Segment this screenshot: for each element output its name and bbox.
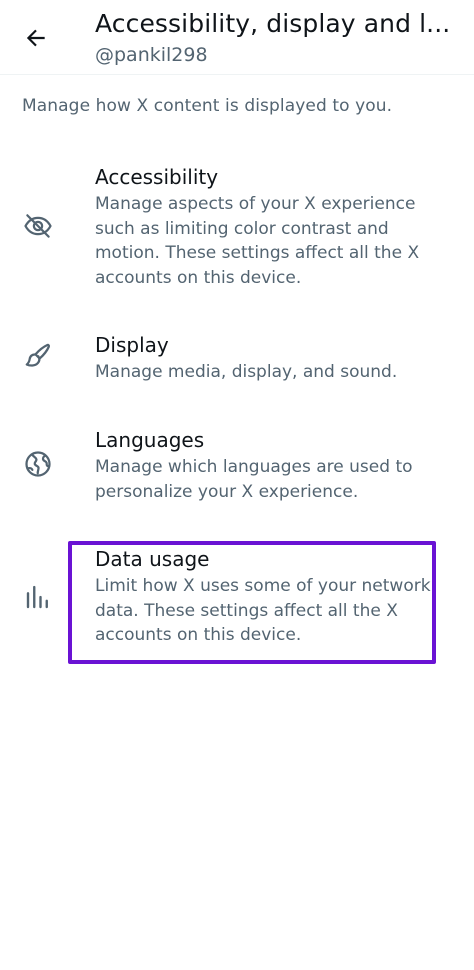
account-username: @pankil298 — [95, 44, 208, 66]
settings-item-data-usage[interactable]: Data usage Limit how X uses some of your… — [0, 546, 474, 651]
settings-item-description: Manage which languages are used to perso… — [95, 457, 413, 502]
settings-item-label: Display — [95, 333, 169, 357]
intro-text: Manage how X content is displayed to you… — [22, 96, 393, 116]
eye-slash-icon — [24, 214, 52, 238]
settings-item-label: Accessibility — [95, 165, 219, 189]
back-button[interactable] — [16, 18, 56, 58]
settings-item-accessibility[interactable]: Accessibility Manage aspects of your X e… — [0, 164, 474, 294]
settings-item-description: Manage media, display, and sound. — [95, 362, 398, 382]
settings-item-label: Languages — [95, 428, 205, 452]
brush-icon — [25, 343, 51, 367]
arrow-left-icon — [26, 29, 45, 47]
bar-chart-icon — [26, 585, 48, 609]
globe-icon — [25, 451, 51, 477]
top-app-bar: Accessibility, display and l... @pankil2… — [0, 0, 474, 75]
settings-item-description: Limit how X uses some of your network da… — [95, 576, 431, 645]
page-title: Accessibility, display and l... — [95, 9, 451, 38]
settings-item-display[interactable]: Display Manage media, display, and sound… — [0, 332, 474, 392]
settings-item-label: Data usage — [95, 547, 210, 571]
settings-item-languages[interactable]: Languages Manage which languages are use… — [0, 427, 474, 507]
settings-item-description: Manage aspects of your X experience such… — [95, 194, 420, 288]
